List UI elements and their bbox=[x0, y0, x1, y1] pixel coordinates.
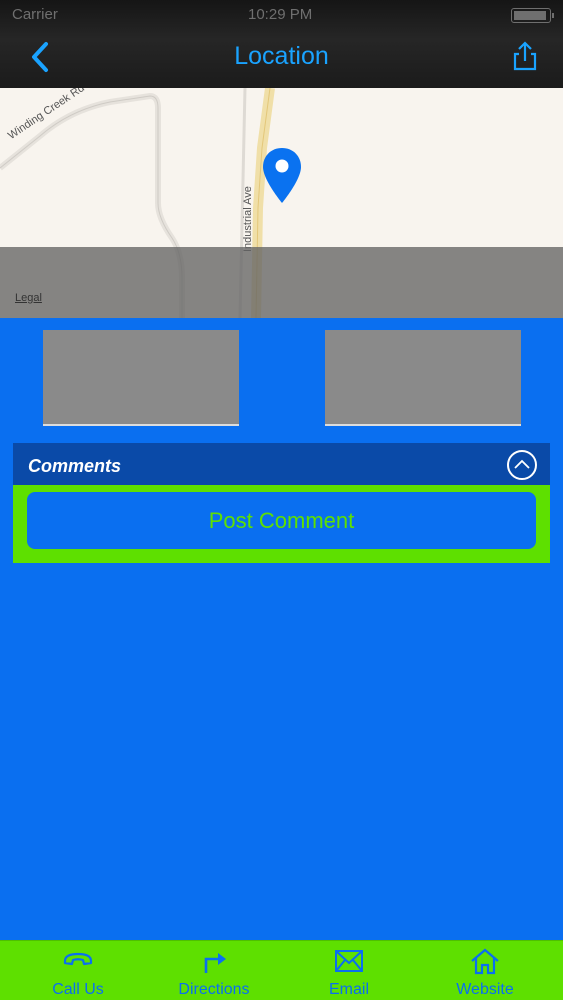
status-time: 10:29 PM bbox=[248, 6, 313, 23]
map-view[interactable]: Winding Creek Rd Industrial Ave Legal bbox=[0, 88, 563, 318]
map-legal-link[interactable]: Legal bbox=[15, 292, 42, 304]
collapse-button[interactable] bbox=[507, 450, 537, 480]
tab-email[interactable]: Email bbox=[279, 941, 419, 1000]
location-pin-icon[interactable] bbox=[262, 146, 302, 206]
tab-website[interactable]: Website bbox=[415, 941, 555, 1000]
chevron-up-icon bbox=[514, 459, 530, 469]
navigation-bar: Carrier 10:29 PM Location bbox=[0, 0, 563, 88]
image-thumbnail-left[interactable] bbox=[43, 330, 239, 426]
phone-icon bbox=[63, 952, 93, 966]
status-bar: Carrier 10:29 PM bbox=[0, 6, 563, 26]
share-icon bbox=[513, 41, 537, 71]
email-icon bbox=[335, 950, 363, 972]
tab-label: Website bbox=[456, 981, 514, 998]
tab-call-us[interactable]: Call Us bbox=[8, 941, 148, 1000]
share-button[interactable] bbox=[511, 40, 539, 72]
tab-label: Call Us bbox=[52, 981, 104, 998]
comments-header[interactable]: Comments bbox=[13, 443, 550, 485]
tab-label: Directions bbox=[178, 981, 250, 998]
road-label-industrial-ave: Industrial Ave bbox=[242, 186, 254, 252]
page-title: Location bbox=[234, 42, 329, 70]
post-comment-button[interactable]: Post Comment bbox=[27, 492, 536, 549]
carrier-label: Carrier bbox=[12, 6, 58, 23]
comments-body: Post Comment bbox=[13, 485, 550, 563]
directions-icon bbox=[204, 953, 226, 973]
battery-icon bbox=[511, 8, 554, 23]
home-icon bbox=[471, 948, 499, 975]
image-thumbnail-right[interactable] bbox=[325, 330, 521, 426]
map-overlay bbox=[0, 247, 563, 318]
comments-title: Comments bbox=[28, 456, 122, 476]
tab-label: Email bbox=[328, 981, 369, 998]
tab-directions[interactable]: Directions bbox=[144, 941, 284, 1000]
bottom-tab-bar: Call Us Directions Email Website bbox=[0, 940, 563, 1000]
